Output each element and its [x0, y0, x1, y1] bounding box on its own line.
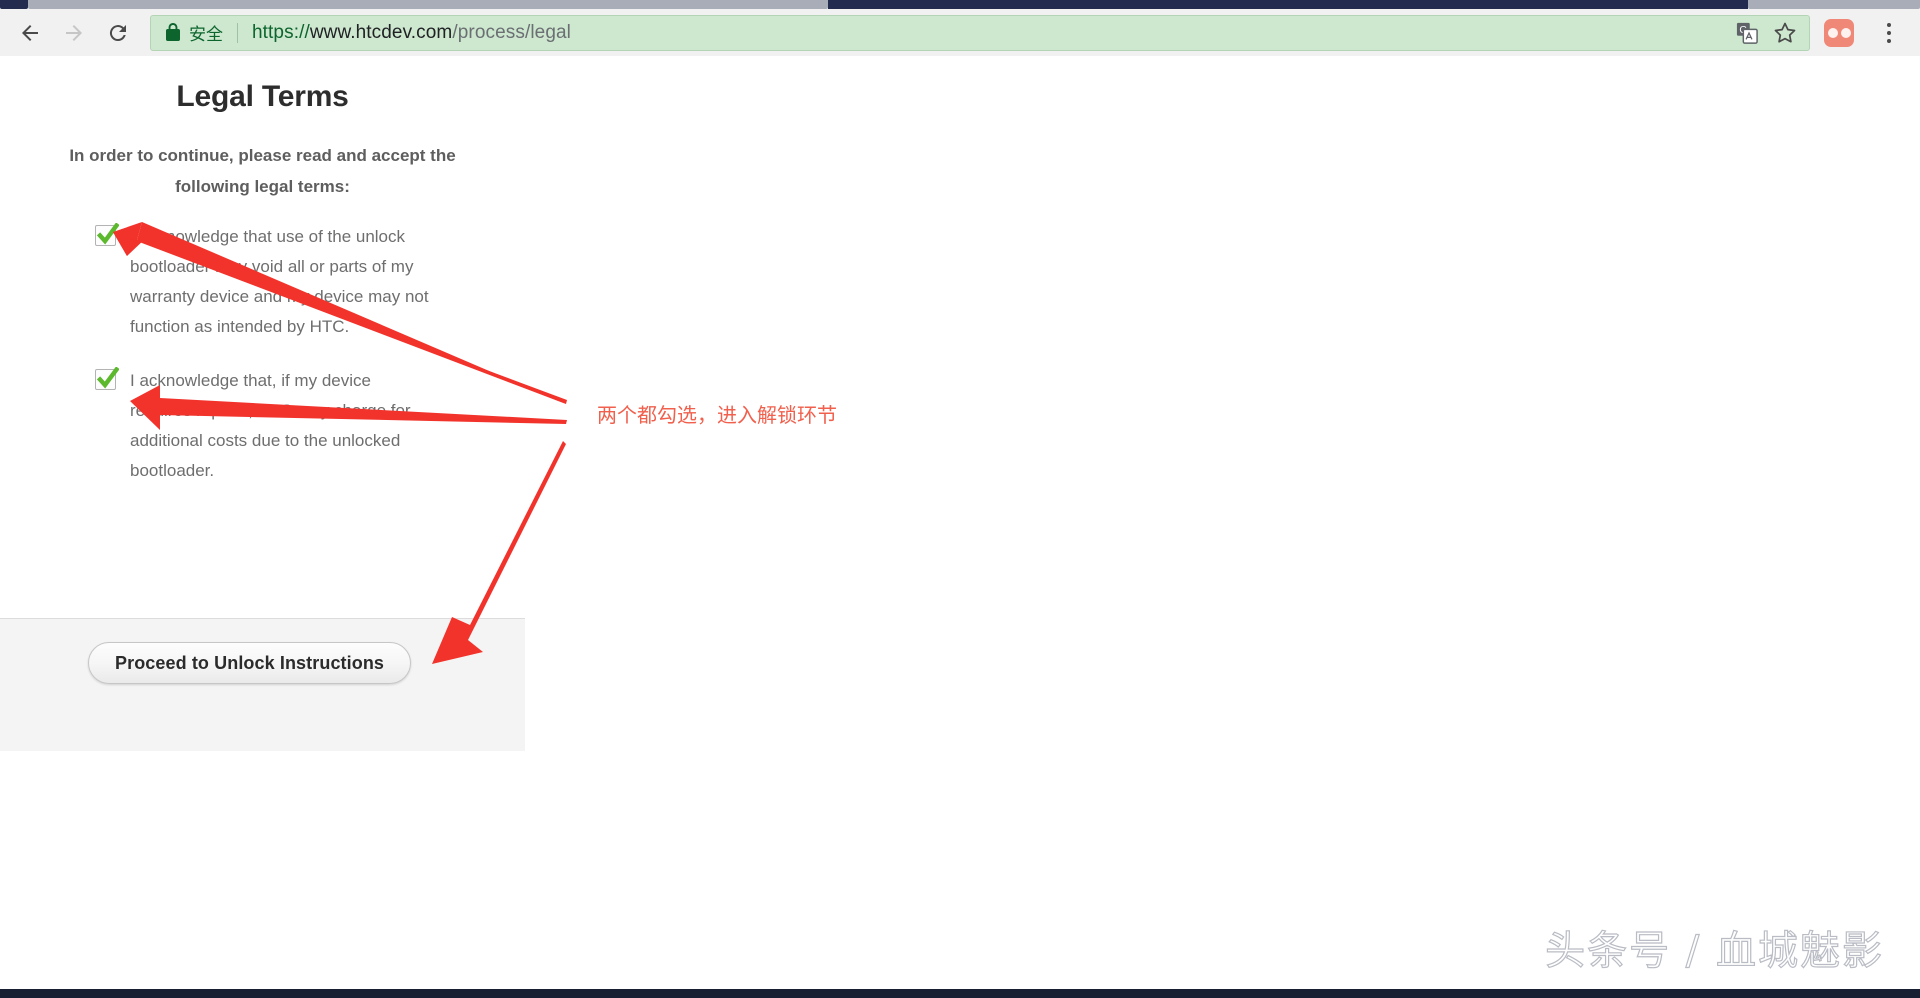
url-scheme: https://: [252, 21, 310, 43]
url-path: /process/legal: [452, 21, 572, 43]
reload-button[interactable]: [98, 13, 138, 53]
back-arrow-icon: [22, 24, 38, 41]
legal-term-text-2: I acknowledge that, if my device require…: [130, 371, 411, 480]
translate-icon[interactable]: G: [1733, 19, 1761, 47]
tab-sliver-active[interactable]: [28, 0, 828, 9]
menu-dot-top: [1887, 22, 1891, 27]
tab-sliver-far-right[interactable]: [1748, 0, 1920, 9]
back-button[interactable]: [10, 13, 50, 53]
checkmark-icon: [97, 367, 119, 389]
url-host: www.htcdev.com: [309, 21, 453, 43]
menu-dot-middle: [1887, 30, 1891, 35]
intro-text: In order to continue, please read and ac…: [69, 146, 456, 196]
bookmark-star-icon[interactable]: [1771, 19, 1799, 47]
chrome-menu-button[interactable]: [1872, 13, 1906, 53]
extension-icon[interactable]: [1824, 18, 1854, 47]
tab-strip: [0, 0, 1920, 9]
legal-term-checkbox-2[interactable]: [95, 367, 119, 390]
watermark: 头条号 / 血城魅影: [1544, 927, 1884, 974]
terms-list: I acknowledge that use of the unlock boo…: [0, 222, 525, 486]
term-row: I acknowledge that use of the unlock boo…: [95, 222, 525, 342]
content-column: Legal Terms In order to continue, please…: [0, 56, 525, 510]
browser-chrome: 安全 https://www.htcdev.com/process/legal …: [0, 0, 1920, 56]
forward-button[interactable]: [54, 13, 94, 53]
lock-icon: [165, 23, 181, 42]
menu-dot-bottom: [1887, 38, 1891, 43]
omnibox-divider: [237, 22, 238, 43]
extension-dot-left: [1827, 27, 1838, 38]
extension-dot-right: [1840, 27, 1851, 38]
omnibox[interactable]: 安全 https://www.htcdev.com/process/legal …: [150, 14, 1810, 51]
legal-term-checkbox-1[interactable]: [95, 223, 119, 246]
term-row: I acknowledge that, if my device require…: [95, 366, 525, 486]
page-title: Legal Terms: [176, 80, 349, 113]
reload-icon: [109, 24, 126, 41]
browser-toolbar: 安全 https://www.htcdev.com/process/legal …: [0, 9, 1920, 56]
checkmark-icon: [97, 223, 119, 245]
bottom-bar: [0, 989, 1920, 998]
url-text: https://www.htcdev.com/process/legal: [252, 22, 1733, 44]
security-status-label: 安全: [189, 25, 223, 44]
footer-panel: Proceed to Unlock Instructions: [0, 618, 525, 751]
proceed-to-unlock-instructions-button[interactable]: Proceed to Unlock Instructions: [88, 642, 412, 684]
legal-term-text-1: I acknowledge that use of the unlock boo…: [130, 227, 429, 336]
omnibox-actions: G: [1733, 19, 1803, 47]
forward-arrow-icon: [66, 24, 82, 41]
tab-sliver-right[interactable]: [828, 0, 1748, 9]
page-content: Legal Terms In order to continue, please…: [0, 56, 1920, 978]
tab-sliver-left[interactable]: [0, 0, 28, 9]
